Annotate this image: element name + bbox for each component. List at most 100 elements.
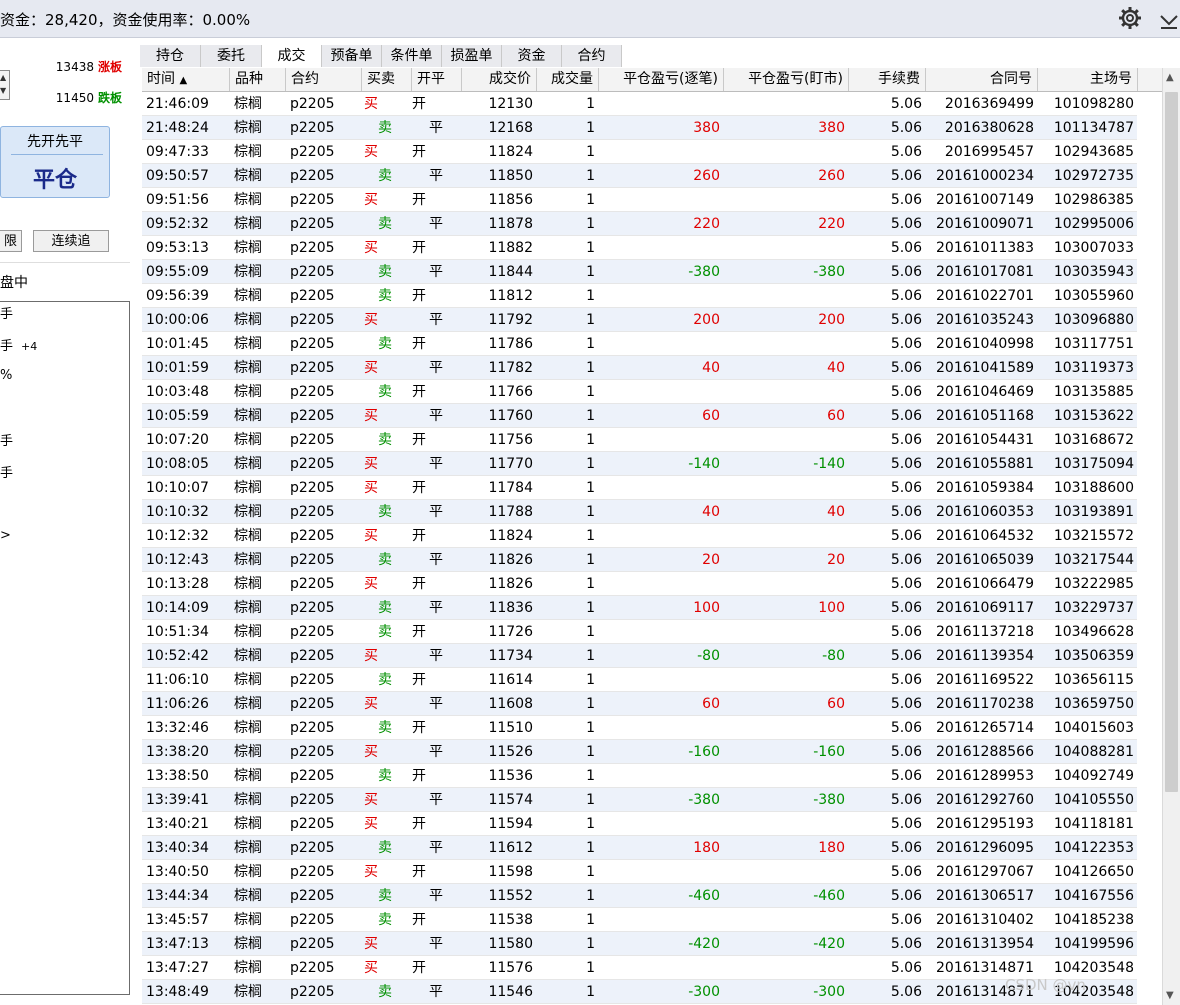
- continuous-chase-button[interactable]: 连续追: [33, 230, 109, 252]
- cell-time: 10:14:09: [146, 600, 209, 616]
- table-row[interactable]: 10:14:09 棕榈 p2205 卖 平 11836 1 100 100 5.06 2016106…: [142, 596, 1137, 620]
- close-position-button[interactable]: 先开先平 平仓: [0, 126, 110, 198]
- cell-fee: 5.06: [890, 336, 922, 352]
- cell-side: 买: [364, 744, 378, 760]
- table-row[interactable]: 09:56:39 棕榈 p2205 卖 开 11812 1 5.06 20161022701 10…: [142, 284, 1137, 308]
- vertical-scrollbar[interactable]: ▲ ▼: [1162, 68, 1180, 1005]
- tab-stop-orders[interactable]: 损盈单: [442, 45, 502, 67]
- cell-product: 棕榈: [234, 744, 262, 760]
- tab-positions[interactable]: 持仓: [140, 45, 201, 67]
- table-row[interactable]: 10:12:43 棕榈 p2205 卖 平 11826 1 20 20 5.06 201610650…: [142, 548, 1137, 572]
- cell-time: 10:03:48: [146, 384, 209, 400]
- limit-up-value: 13438: [55, 60, 94, 74]
- table-row[interactable]: 13:40:34 棕榈 p2205 卖 平 11612 1 180 180 5.06 2016129…: [142, 836, 1137, 860]
- table-row[interactable]: 13:38:20 棕榈 p2205 买 平 11526 1 -160 -160 5.06 20161…: [142, 740, 1137, 764]
- column-header-pnl-trade[interactable]: 平仓盈亏(逐笔): [599, 68, 724, 91]
- column-header-pnl-mark[interactable]: 平仓盈亏(盯市): [724, 68, 849, 91]
- cell-product: 棕榈: [234, 96, 262, 112]
- column-header-order-no[interactable]: 合同号: [926, 68, 1038, 91]
- table-row[interactable]: 11:06:10 棕榈 p2205 卖 开 11614 1 5.06 20161169522 10…: [142, 668, 1137, 692]
- table-row[interactable]: 10:52:42 棕榈 p2205 买 平 11734 1 -80 -80 5.06 2016113…: [142, 644, 1137, 668]
- tab-trades[interactable]: 成交: [262, 45, 322, 67]
- spinner-down-icon[interactable]: ▼: [0, 84, 9, 97]
- table-row[interactable]: 09:51:56 棕榈 p2205 买 开 11856 1 5.06 20161007149 10…: [142, 188, 1137, 212]
- column-header-qty[interactable]: 成交量: [537, 68, 599, 91]
- column-header-side[interactable]: 买卖: [362, 68, 412, 91]
- column-header-price[interactable]: 成交价: [462, 68, 537, 91]
- cell-side: 买: [364, 144, 378, 160]
- spinner-up-icon[interactable]: ▲: [0, 71, 9, 84]
- info-line: 手: [0, 466, 14, 481]
- column-header-open-close[interactable]: 开平: [412, 68, 462, 91]
- tab-funds[interactable]: 资金: [502, 45, 562, 67]
- cell-contract: p2205: [290, 768, 335, 784]
- cell-time: 13:47:27: [146, 960, 209, 976]
- close-strategy-label[interactable]: 先开先平: [1, 131, 109, 151]
- tab-contracts[interactable]: 合约: [562, 45, 622, 67]
- gear-icon[interactable]: [1118, 6, 1142, 30]
- table-row[interactable]: 09:53:13 棕榈 p2205 买 开 11882 1 5.06 20161011383 10…: [142, 236, 1137, 260]
- table-row[interactable]: 13:45:57 棕榈 p2205 卖 开 11538 1 5.06 20161310402 10…: [142, 908, 1137, 932]
- cell-pnl-mark: 100: [818, 600, 845, 616]
- cell-exchange-no: 102972735: [1053, 168, 1134, 184]
- tab-conditional-orders[interactable]: 条件单: [382, 45, 442, 67]
- tab-orders[interactable]: 委托: [201, 45, 262, 67]
- table-row[interactable]: 09:47:33 棕榈 p2205 买 开 11824 1 5.06 2016995457 102…: [142, 140, 1137, 164]
- table-row[interactable]: 13:44:34 棕榈 p2205 卖 平 11552 1 -460 -460 5.06 20161…: [142, 884, 1137, 908]
- table-row[interactable]: 10:10:07 棕榈 p2205 买 开 11784 1 5.06 20161059384 10…: [142, 476, 1137, 500]
- cell-time: 11:06:10: [146, 672, 209, 688]
- table-row[interactable]: 21:46:09 棕榈 p2205 买 开 12130 1 5.06 2016369499 101…: [142, 92, 1137, 116]
- cell-product: 棕榈: [234, 288, 262, 304]
- table-row[interactable]: 10:00:06 棕榈 p2205 买 平 11792 1 200 200 5.06 2016103…: [142, 308, 1137, 332]
- cell-price: 12130: [488, 96, 533, 112]
- table-row[interactable]: 10:51:34 棕榈 p2205 卖 开 11726 1 5.06 20161137218 10…: [142, 620, 1137, 644]
- table-row[interactable]: 13:47:13 棕榈 p2205 买 平 11580 1 -420 -420 5.06 20161…: [142, 932, 1137, 956]
- cell-order-no: 20161059384: [936, 480, 1034, 496]
- table-row[interactable]: 10:03:48 棕榈 p2205 卖 开 11766 1 5.06 20161046469 10…: [142, 380, 1137, 404]
- table-row[interactable]: 09:55:09 棕榈 p2205 卖 平 11844 1 -380 -380 5.06 20161…: [142, 260, 1137, 284]
- table-row[interactable]: 09:52:32 棕榈 p2205 卖 平 11878 1 220 220 5.06 2016100…: [142, 212, 1137, 236]
- scroll-down-icon[interactable]: ▼: [1166, 990, 1174, 1001]
- cell-side: 买: [364, 528, 378, 544]
- table-row[interactable]: 13:48:49 棕榈 p2205 卖平 11546 1 -300 -300 5.06 20161…: [142, 980, 1137, 1004]
- table-row[interactable]: 13:32:46 棕榈 p2205 卖 开 11510 1 5.06 20161265714 10…: [142, 716, 1137, 740]
- cell-qty: 1: [586, 264, 595, 280]
- price-spinner[interactable]: ▲ ▼: [0, 70, 10, 100]
- scroll-up-icon[interactable]: ▲: [1166, 72, 1174, 83]
- table-row[interactable]: 13:40:21 棕榈 p2205 买 开 11594 1 5.06 20161295193 10…: [142, 812, 1137, 836]
- table-row[interactable]: 10:05:59 棕榈 p2205 买 平 11760 1 60 60 5.06 201610511…: [142, 404, 1137, 428]
- table-row[interactable]: 10:07:20 棕榈 p2205 卖 开 11756 1 5.06 20161054431 10…: [142, 428, 1137, 452]
- table-row[interactable]: 13:47:27 棕榈 p2205 买开 11576 1 5.06 20161314871 10…: [142, 956, 1137, 980]
- limit-up: 13438 涨板: [56, 58, 122, 75]
- table-row[interactable]: 13:39:41 棕榈 p2205 买 平 11574 1 -380 -380 5.06 20161…: [142, 788, 1137, 812]
- tab-prepared-orders[interactable]: 预备单: [322, 45, 382, 67]
- cell-price: 11770: [488, 456, 533, 472]
- table-row[interactable]: 10:01:59 棕榈 p2205 买 平 11782 1 40 40 5.06 201610415…: [142, 356, 1137, 380]
- column-header-time[interactable]: 时间 ▲: [142, 68, 230, 91]
- table-row[interactable]: 11:06:26 棕榈 p2205 买 平 11608 1 60 60 5.06 201611702…: [142, 692, 1137, 716]
- cell-pnl-mark: [724, 716, 849, 740]
- cell-pnl-mark: 180: [818, 840, 845, 856]
- table-row[interactable]: 13:38:50 棕榈 p2205 卖 开 11536 1 5.06 20161289953 10…: [142, 764, 1137, 788]
- table-row[interactable]: 09:50:57 棕榈 p2205 卖 平 11850 1 260 260 5.06 2016100…: [142, 164, 1137, 188]
- table-row[interactable]: 21:48:24 棕榈 p2205 卖 平 12168 1 380 380 5.06 2016380…: [142, 116, 1137, 140]
- table-row[interactable]: 10:08:05 棕榈 p2205 买 平 11770 1 -140 -140 5.06 20161…: [142, 452, 1137, 476]
- cell-time: 11:06:26: [146, 696, 209, 712]
- column-header-contract[interactable]: 合约: [286, 68, 362, 91]
- chevron-down-icon[interactable]: [1158, 8, 1180, 32]
- limit-order-button[interactable]: 限: [0, 230, 22, 252]
- cell-exchange-no: 104185238: [1053, 912, 1134, 928]
- scroll-thumb[interactable]: [1165, 92, 1178, 792]
- column-header-product[interactable]: 品种: [230, 68, 286, 91]
- table-row[interactable]: 10:01:45 棕榈 p2205 卖 开 11786 1 5.06 20161040998 10…: [142, 332, 1137, 356]
- table-row[interactable]: 13:40:50 棕榈 p2205 买 开 11598 1 5.06 20161297067 10…: [142, 860, 1137, 884]
- table-row[interactable]: 10:10:32 棕榈 p2205 卖 平 11788 1 40 40 5.06 201610603…: [142, 500, 1137, 524]
- column-header-fee[interactable]: 手续费: [849, 68, 926, 91]
- table-row[interactable]: 10:12:32 棕榈 p2205 买 开 11824 1 5.06 20161064532 10…: [142, 524, 1137, 548]
- cell-pnl-mark: 200: [818, 312, 845, 328]
- cell-time: 09:47:33: [146, 144, 209, 160]
- column-header-exchange-no[interactable]: 主场号: [1038, 68, 1138, 91]
- cell-qty: 1: [586, 120, 595, 136]
- table-row[interactable]: 10:13:28 棕榈 p2205 买 开 11826 1 5.06 20161066479 10…: [142, 572, 1137, 596]
- cell-contract: p2205: [290, 456, 335, 472]
